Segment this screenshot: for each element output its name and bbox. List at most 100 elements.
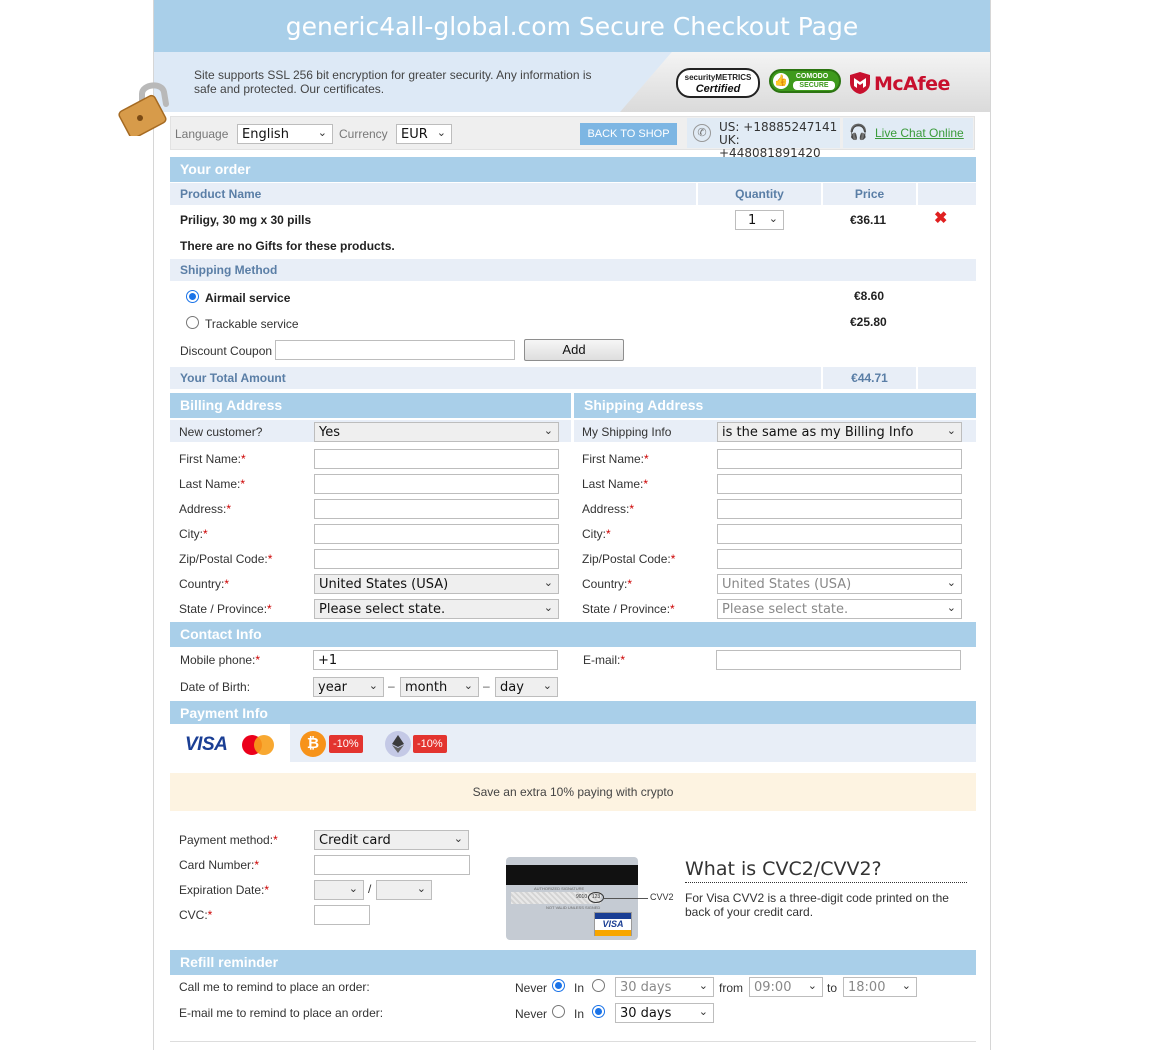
language-select[interactable]: English ⌄: [237, 124, 333, 144]
billing-address-label: Address:*: [179, 502, 231, 516]
label-text: City:: [179, 527, 203, 541]
shipping-country-label: Country:*: [582, 577, 632, 591]
to-time-select[interactable]: 18:00 ⌄: [843, 977, 917, 997]
shipping-state-label: State / Province:*: [582, 602, 675, 616]
call-days-select[interactable]: 30 days ⌄: [615, 977, 714, 997]
total-amount-value: €44.71: [823, 367, 916, 389]
mobile-input[interactable]: +1: [313, 650, 558, 670]
toolbar: Language English ⌄ Currency EUR ⌄ BACK T…: [170, 116, 975, 160]
trackable-radio[interactable]: [186, 316, 199, 329]
ethereum-icon[interactable]: [385, 731, 411, 757]
bitcoin-discount-badge: -10%: [329, 735, 363, 753]
from-time-select[interactable]: 09:00 ⌄: [749, 977, 823, 997]
airmail-radio[interactable]: [186, 290, 199, 303]
expiration-year-select[interactable]: ⌄: [376, 880, 432, 900]
padlock-icon: [118, 82, 169, 136]
shipping-zip-input[interactable]: [717, 549, 962, 569]
billing-first-name-input[interactable]: [314, 449, 559, 469]
label-text: Address:: [582, 502, 630, 516]
col-price: Price: [823, 183, 916, 205]
shipping-city-label: City:*: [582, 527, 611, 541]
magnetic-stripe: [506, 865, 638, 885]
new-customer-select[interactable]: Yes ⌄: [314, 422, 559, 442]
my-shipping-select[interactable]: is the same as my Billing Info ⌄: [717, 422, 962, 442]
call-in-radio[interactable]: [592, 979, 605, 992]
cvc-input[interactable]: [314, 905, 370, 925]
divider: [170, 1041, 976, 1042]
email-days-select[interactable]: 30 days ⌄: [615, 1003, 714, 1023]
dob-month-select[interactable]: month ⌄: [400, 677, 479, 697]
email-in-label: In: [574, 1007, 585, 1021]
shipping-city-input[interactable]: [717, 524, 962, 544]
billing-country-select[interactable]: United States (USA) ⌄: [314, 574, 559, 594]
billing-address-input[interactable]: [314, 499, 559, 519]
add-coupon-button[interactable]: Add: [524, 339, 624, 361]
cvv-pointer-line: [604, 898, 648, 899]
required-mark: *: [255, 653, 261, 667]
shipping-zip-label: Zip/Postal Code:*: [582, 552, 675, 566]
dob-separator: –: [388, 679, 395, 693]
label-text: Payment method:: [179, 833, 274, 847]
not-valid-text: NOT VALID UNLESS SIGNED: [546, 905, 601, 910]
mcafee-text: McAfee: [874, 73, 950, 95]
billing-city-input[interactable]: [314, 524, 559, 544]
required-mark: *: [267, 602, 272, 616]
label-text: CVC:: [179, 908, 208, 922]
comodo-bottom: SECURE: [793, 81, 835, 90]
shipping-country-value: United States (USA): [722, 577, 852, 592]
dob-year-value: year: [318, 680, 348, 695]
required-mark: *: [254, 858, 260, 872]
back-to-shop-button[interactable]: BACK TO SHOP: [580, 123, 677, 145]
headset-icon: 🎧: [849, 124, 868, 141]
payment-method-select[interactable]: Credit card ⌄: [314, 830, 469, 850]
email-input[interactable]: [716, 650, 961, 670]
discount-coupon-input[interactable]: [275, 340, 515, 360]
chevron-down-icon: ⌄: [807, 979, 817, 992]
required-mark: *: [240, 477, 246, 491]
call-never-radio[interactable]: [552, 979, 565, 992]
dob-day-value: day: [500, 680, 524, 695]
chevron-down-icon: ⌄: [436, 126, 446, 139]
comodo-badge: 👍 COMODO SECURE: [769, 69, 841, 93]
label-text: Address:: [179, 502, 227, 516]
expiration-label: Expiration Date:*: [179, 883, 269, 897]
email-never-radio[interactable]: [552, 1005, 565, 1018]
to-label: to: [827, 981, 838, 995]
expiration-month-select[interactable]: ⌄: [314, 880, 364, 900]
shipping-last-name-label: Last Name:*: [582, 477, 648, 491]
dob-year-select[interactable]: year ⌄: [313, 677, 384, 697]
live-chat-link[interactable]: Live Chat Online: [875, 126, 964, 140]
card-number-input[interactable]: [314, 855, 470, 875]
language-label: Language: [175, 127, 229, 141]
live-chat-box: 🎧 Live Chat Online: [843, 118, 973, 148]
required-mark: *: [606, 527, 611, 541]
trackable-label: Trackable service: [205, 317, 299, 331]
shipping-address-input[interactable]: [717, 499, 962, 519]
required-mark: *: [273, 833, 278, 847]
chevron-down-icon: ⌄: [463, 679, 473, 692]
email-in-radio[interactable]: [592, 1005, 605, 1018]
shipping-country-select[interactable]: United States (USA) ⌄: [717, 574, 962, 594]
currency-select[interactable]: EUR ⌄: [396, 124, 452, 144]
shipping-state-select[interactable]: Please select state. ⌄: [717, 599, 962, 619]
phone-box: ✆ US: +18885247141 UK: +448081891420: [687, 118, 840, 160]
billing-last-name-input[interactable]: [314, 474, 559, 494]
shipping-first-name-input[interactable]: [717, 449, 962, 469]
label-text: First Name:: [179, 452, 242, 466]
shipping-state-value: Please select state.: [722, 602, 849, 617]
card-tab[interactable]: VISA: [170, 724, 290, 762]
shipping-address-label: Address:*: [582, 502, 634, 516]
dob-day-select[interactable]: day ⌄: [495, 677, 558, 697]
billing-state-select[interactable]: Please select state. ⌄: [314, 599, 559, 619]
thumbs-up-icon: 👍: [773, 73, 789, 89]
mobile-label: Mobile phone:*: [180, 653, 260, 667]
payment-methods-strip: VISA ₿ -10% -10%: [170, 724, 976, 762]
shipping-last-name-input[interactable]: [717, 474, 962, 494]
label-text: First Name:: [582, 452, 645, 466]
call-days-value: 30 days: [620, 980, 672, 995]
bitcoin-icon[interactable]: ₿: [300, 731, 326, 757]
remove-item-icon[interactable]: ✖: [934, 208, 947, 228]
quantity-select[interactable]: 1 ⌄: [735, 210, 784, 230]
billing-zip-input[interactable]: [314, 549, 559, 569]
new-customer-value: Yes: [319, 425, 340, 440]
